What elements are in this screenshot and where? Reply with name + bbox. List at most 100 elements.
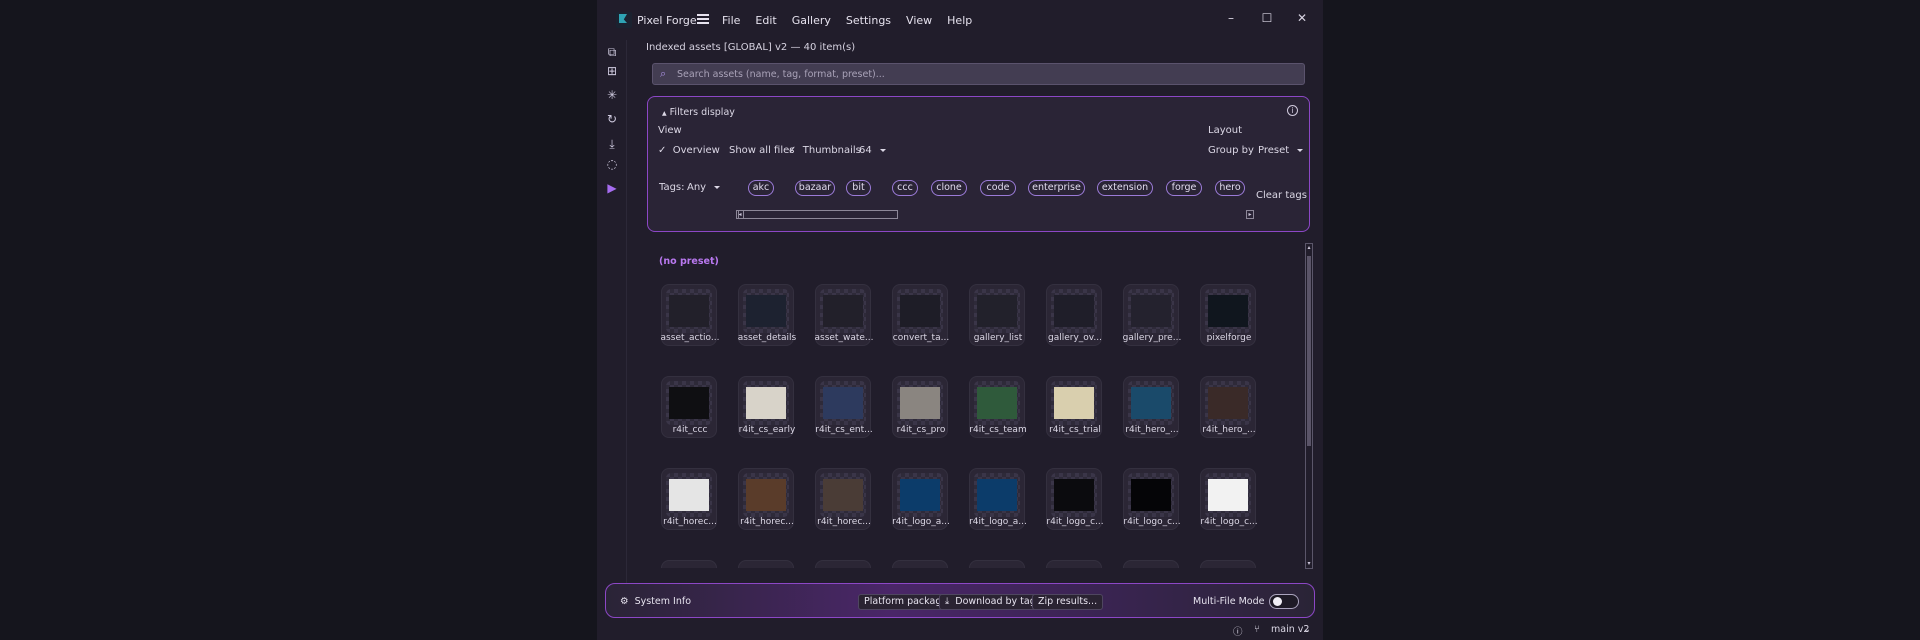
asset-tile[interactable]: r4it_hero_... — [1200, 376, 1256, 438]
menu-edit[interactable]: Edit — [755, 14, 776, 27]
asset-tile[interactable]: r4it_ccc — [661, 376, 717, 438]
thumbnail-size-select[interactable]: 64 — [859, 145, 886, 156]
gallery-scrollbar[interactable]: ▴ ▾ — [1305, 243, 1313, 569]
help-circle-icon[interactable]: ⓘ — [1233, 624, 1243, 638]
sparkle-icon[interactable]: ✳ — [605, 88, 619, 102]
asset-tile[interactable]: r4it_cs_early — [738, 376, 795, 438]
asset-tile[interactable]: asset_wate... — [815, 284, 873, 346]
hamburger-menu-icon[interactable] — [697, 14, 709, 26]
asset-tile[interactable]: r4it_horec... — [815, 468, 871, 530]
filters-collapse-toggle[interactable]: ▲ Filters display — [662, 107, 735, 118]
tag-chip-hero[interactable]: hero — [1215, 180, 1245, 196]
asset-tile[interactable]: pixelforge — [1200, 284, 1256, 346]
tag-chip-clone[interactable]: clone — [931, 180, 967, 196]
scroll-down-icon[interactable]: ▾ — [1306, 560, 1312, 568]
asset-tile[interactable]: r4it_logo_c... — [1123, 468, 1181, 530]
action-bar: ⚙ System Info Platform package... ⤓ Down… — [605, 583, 1315, 618]
menu-view[interactable]: View — [906, 14, 932, 27]
asset-tile[interactable]: r4it_horec... — [738, 468, 794, 530]
asset-tile[interactable] — [892, 560, 948, 568]
thumbnail-preview — [1054, 295, 1094, 327]
refresh-icon[interactable]: ↻ — [605, 112, 619, 126]
asset-tile[interactable]: r4it_logo_a... — [892, 468, 950, 530]
zip-results-button[interactable]: Zip results... — [1032, 594, 1104, 610]
menu-file[interactable]: File — [722, 14, 740, 27]
download-icon[interactable]: ⤓ — [605, 137, 619, 151]
asset-thumbnail — [1205, 289, 1251, 333]
menu-help[interactable]: Help — [947, 14, 972, 27]
thumbnail-preview — [746, 479, 786, 511]
asset-tile[interactable]: r4it_logo_c... — [1046, 468, 1104, 530]
asset-label: r4it_cs_pro — [896, 425, 946, 435]
tags-mode-select[interactable]: Any — [687, 182, 721, 193]
tag-scrollbar[interactable] — [738, 210, 898, 219]
asset-tile[interactable]: r4it_cs_pro — [892, 376, 948, 438]
thumbnail-preview — [977, 295, 1017, 327]
lasso-icon[interactable]: ◌ — [605, 157, 619, 171]
asset-tile[interactable] — [969, 560, 1025, 568]
clear-tags-button[interactable]: Clear tags — [1256, 190, 1307, 201]
tag-chip-ccc[interactable]: ccc — [892, 180, 918, 196]
system-info-button[interactable]: ⚙ System Info — [614, 594, 697, 610]
thumbnail-preview — [746, 295, 786, 327]
asset-label: r4it_hero_... — [1202, 425, 1256, 435]
tag-chip-forge[interactable]: forge — [1166, 180, 1202, 196]
group-by-select[interactable]: Preset — [1258, 145, 1304, 156]
tag-chip-bazaar[interactable]: bazaar — [795, 180, 835, 196]
menu-gallery[interactable]: Gallery — [792, 14, 831, 27]
asset-thumbnail — [897, 289, 943, 333]
scroll-right-icon[interactable]: ▸ — [1246, 210, 1254, 219]
asset-tile[interactable]: gallery_list — [969, 284, 1025, 346]
asset-tile[interactable]: r4it_horec... — [661, 468, 717, 530]
close-button[interactable]: ✕ — [1294, 11, 1310, 25]
group-by-label: Group by — [1208, 145, 1254, 156]
tag-chip-extension[interactable]: extension — [1097, 180, 1153, 196]
title-bar: Pixel Forge File Edit Gallery Settings V… — [597, 0, 1323, 40]
asset-tile[interactable]: gallery_ov... — [1046, 284, 1102, 346]
asset-tile[interactable] — [1200, 560, 1256, 568]
multi-file-mode-toggle[interactable] — [1269, 594, 1299, 609]
play-icon[interactable]: ▶ — [605, 181, 619, 195]
search-input[interactable] — [677, 64, 1297, 84]
maximize-button[interactable]: ☐ — [1259, 11, 1275, 25]
asset-tile[interactable] — [661, 560, 717, 568]
minimize-button[interactable]: – — [1223, 11, 1239, 25]
asset-tile[interactable]: r4it_cs_team — [969, 376, 1027, 438]
asset-tile[interactable] — [815, 560, 871, 568]
asset-tile[interactable]: convert_ta... — [892, 284, 949, 346]
chevron-down-icon[interactable]: ⌄ — [1303, 624, 1311, 635]
grid-icon[interactable]: ⊞ — [605, 64, 619, 78]
asset-tile[interactable]: r4it_hero_... — [1123, 376, 1179, 438]
asset-tile[interactable]: r4it_logo_a... — [969, 468, 1027, 530]
asset-tile[interactable] — [738, 560, 794, 568]
asset-tile[interactable]: asset_details — [738, 284, 796, 346]
menu-settings[interactable]: Settings — [846, 14, 891, 27]
show-all-files-checkbox[interactable]: Show all files — [729, 145, 794, 156]
overview-checkbox[interactable]: ✓ Overview — [658, 145, 720, 156]
menu-bar: File Edit Gallery Settings View Help — [722, 14, 987, 27]
scroll-up-icon[interactable]: ▴ — [1306, 244, 1312, 252]
tags-label: Tags: — [659, 182, 685, 193]
asset-tile[interactable]: r4it_cs_trial — [1046, 376, 1102, 438]
thumbnail-preview — [1054, 387, 1094, 419]
asset-tile[interactable] — [1046, 560, 1102, 568]
group-title: (no preset) — [659, 256, 719, 267]
asset-thumbnail — [1051, 381, 1097, 425]
tag-chip-akc[interactable]: akc — [748, 180, 774, 196]
asset-tile[interactable]: asset_actio... — [661, 284, 719, 346]
scroll-thumb[interactable] — [1307, 256, 1311, 446]
thumbnail-preview — [1054, 479, 1094, 511]
asset-tile[interactable] — [1123, 560, 1179, 568]
layers-icon[interactable]: ⧉ — [605, 45, 619, 59]
tag-chip-code[interactable]: code — [980, 180, 1016, 196]
asset-tile[interactable]: r4it_logo_c... — [1200, 468, 1258, 530]
asset-thumbnail — [820, 473, 866, 517]
asset-label: r4it_horec... — [740, 517, 794, 527]
thumbnail-preview — [977, 387, 1017, 419]
asset-tile[interactable]: r4it_cs_ent... — [815, 376, 873, 438]
info-icon[interactable]: i — [1287, 105, 1298, 116]
asset-tile[interactable]: gallery_pre... — [1123, 284, 1181, 346]
thumbnails-checkbox[interactable]: ✓ Thumbnails — [788, 145, 861, 156]
tag-chip-bit[interactable]: bit — [846, 180, 871, 196]
tag-chip-enterprise[interactable]: enterprise — [1028, 180, 1085, 196]
